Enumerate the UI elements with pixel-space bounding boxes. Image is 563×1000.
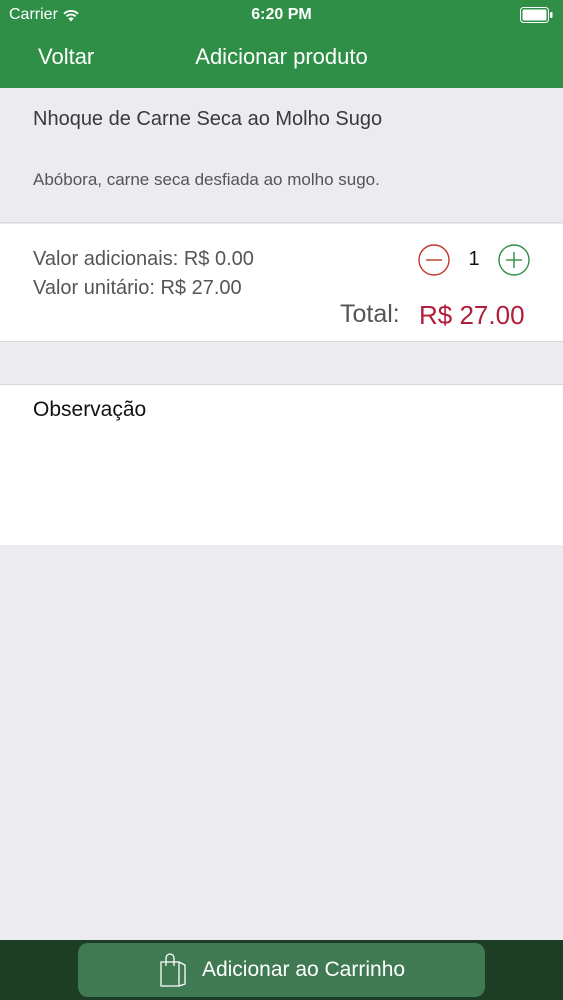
product-description: Abóbora, carne seca desfiada ao molho su… bbox=[33, 170, 380, 189]
product-name: Nhoque de Carne Seca ao Molho Sugo bbox=[33, 108, 383, 130]
nav-bar: Voltar Adicionar produto bbox=[0, 40, 563, 80]
minus-circle-icon[interactable] bbox=[418, 244, 450, 276]
product-info: Nhoque de Carne Seca ao Molho Sugo Abóbo… bbox=[0, 88, 563, 223]
total-value: R$ 27.00 bbox=[419, 300, 525, 330]
observation-section: Observação bbox=[0, 384, 563, 545]
quantity-stepper: 1 bbox=[418, 244, 532, 276]
add-to-cart-button[interactable]: Adicionar ao Carrinho bbox=[78, 943, 485, 997]
quantity-value: 1 bbox=[468, 248, 480, 270]
status-time: 6:20 PM bbox=[251, 6, 312, 23]
navigation-header: Carrier 6:20 PM Voltar Adicionar produto bbox=[0, 0, 563, 88]
battery-icon bbox=[520, 7, 553, 23]
shopping-bag-icon bbox=[160, 953, 186, 987]
total-label: Total: bbox=[340, 300, 400, 328]
additional-value: Valor adicionais: R$ 0.00 bbox=[33, 248, 254, 270]
plus-circle-icon[interactable] bbox=[498, 244, 530, 276]
status-bar: Carrier 6:20 PM bbox=[0, 0, 563, 30]
observation-label: Observação bbox=[33, 398, 147, 421]
unit-value: Valor unitário: R$ 27.00 bbox=[33, 277, 242, 299]
footer-bar: Adicionar ao Carrinho bbox=[0, 940, 563, 1000]
add-to-cart-label: Adicionar ao Carrinho bbox=[201, 958, 406, 981]
pricing-section: Valor adicionais: R$ 0.00 Valor unitário… bbox=[0, 224, 563, 342]
page-title: Adicionar produto bbox=[195, 44, 368, 69]
